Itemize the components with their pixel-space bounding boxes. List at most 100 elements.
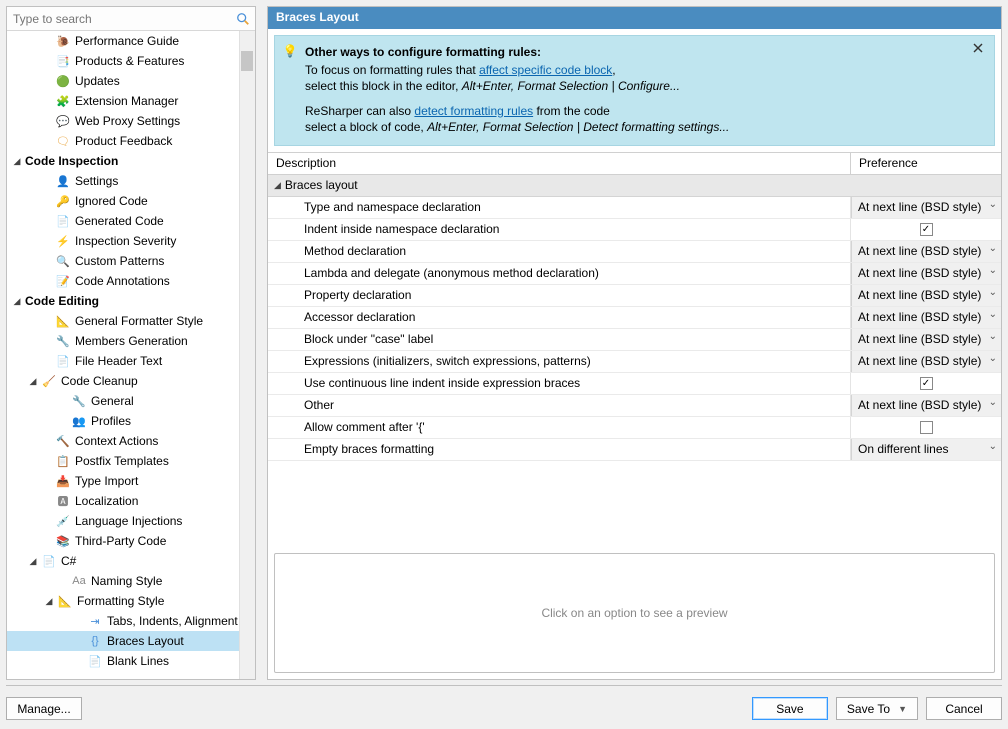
- tree-item[interactable]: 🔨Context Actions: [7, 431, 255, 451]
- preference-select[interactable]: At next line (BSD style): [851, 329, 1001, 350]
- tree-item[interactable]: 🅰Localization: [7, 491, 255, 511]
- search-icon[interactable]: [233, 9, 253, 29]
- expand-icon[interactable]: ◢: [27, 375, 39, 387]
- preference-select[interactable]: At next line (BSD style): [851, 241, 1001, 262]
- save-button[interactable]: Save: [752, 697, 828, 720]
- option-row[interactable]: Type and namespace declarationAt next li…: [268, 197, 1001, 219]
- tree-item[interactable]: 🔍Custom Patterns: [7, 251, 255, 271]
- tree-item[interactable]: 🧩Extension Manager: [7, 91, 255, 111]
- tree-item[interactable]: 🐌Performance Guide: [7, 31, 255, 51]
- search-input[interactable]: [7, 10, 233, 28]
- tree-item[interactable]: 🔑Ignored Code: [7, 191, 255, 211]
- option-description: Lambda and delegate (anonymous method de…: [268, 263, 851, 284]
- preference-checkbox[interactable]: ✓: [920, 223, 933, 236]
- option-row[interactable]: Lambda and delegate (anonymous method de…: [268, 263, 1001, 285]
- item-icon: Aa: [71, 573, 87, 589]
- option-description: Expressions (initializers, switch expres…: [268, 351, 851, 372]
- preference-select[interactable]: On different lines: [851, 439, 1001, 460]
- option-description: Property declaration: [268, 285, 851, 306]
- tree-label: Third-Party Code: [75, 534, 166, 548]
- preference-select[interactable]: At next line (BSD style): [851, 263, 1001, 284]
- expand-icon[interactable]: ◢: [11, 155, 23, 167]
- tree-item[interactable]: 👤 Settings: [7, 171, 255, 191]
- info-link-detect[interactable]: detect formatting rules: [414, 104, 533, 118]
- option-row[interactable]: Method declarationAt next line (BSD styl…: [268, 241, 1001, 263]
- info-text: from the code: [533, 104, 610, 118]
- option-row[interactable]: Property declarationAt next line (BSD st…: [268, 285, 1001, 307]
- manage-button[interactable]: Manage...: [6, 697, 82, 720]
- tree-label: Settings: [75, 174, 118, 188]
- col-preference[interactable]: Preference: [851, 153, 1001, 174]
- tree-label: Blank Lines: [107, 654, 169, 668]
- tree-label: Postfix Templates: [75, 454, 169, 468]
- info-link-block[interactable]: affect specific code block: [479, 63, 612, 77]
- tree-item[interactable]: ⚡Inspection Severity: [7, 231, 255, 251]
- item-icon: 👤: [55, 173, 71, 189]
- option-row[interactable]: Block under "case" labelAt next line (BS…: [268, 329, 1001, 351]
- tree-item[interactable]: 📑Products & Features: [7, 51, 255, 71]
- tree-item[interactable]: 📝Code Annotations: [7, 271, 255, 291]
- tree-label: Localization: [75, 494, 138, 508]
- tree-item[interactable]: 📚Third-Party Code: [7, 531, 255, 551]
- tree-item[interactable]: 💬Web Proxy Settings: [7, 111, 255, 131]
- option-description: Empty braces formatting: [268, 439, 851, 460]
- scrollbar-thumb[interactable]: [241, 51, 253, 71]
- preference-select[interactable]: At next line (BSD style): [851, 351, 1001, 372]
- preference-checkbox[interactable]: [920, 421, 933, 434]
- group-row[interactable]: ◢ Braces layout: [268, 175, 1001, 197]
- option-row[interactable]: Expressions (initializers, switch expres…: [268, 351, 1001, 373]
- tree-item[interactable]: 📥Type Import: [7, 471, 255, 491]
- tree-category-code-inspection[interactable]: ◢Code Inspection: [7, 151, 255, 171]
- item-icon: 🟢: [55, 73, 71, 89]
- preference-select[interactable]: At next line (BSD style): [851, 395, 1001, 416]
- tree-item[interactable]: 🔧General: [7, 391, 255, 411]
- expand-icon[interactable]: ◢: [11, 295, 23, 307]
- tree-item[interactable]: AaNaming Style: [7, 571, 255, 591]
- tree-item-braces-layout[interactable]: {}Braces Layout: [7, 631, 255, 651]
- tree-item[interactable]: 👥Profiles: [7, 411, 255, 431]
- tree-item[interactable]: 🔧Members Generation: [7, 331, 255, 351]
- col-description[interactable]: Description: [268, 153, 851, 174]
- option-row[interactable]: Use continuous line indent inside expres…: [268, 373, 1001, 395]
- tree-item[interactable]: 💉Language Injections: [7, 511, 255, 531]
- tree-item[interactable]: 📄File Header Text: [7, 351, 255, 371]
- tree-item-formatting-style[interactable]: ◢📐Formatting Style: [7, 591, 255, 611]
- item-icon: ⇥: [87, 613, 103, 629]
- collapse-icon[interactable]: ◢: [274, 180, 281, 191]
- item-icon: 📐: [55, 313, 71, 329]
- tree-item-code-cleanup[interactable]: ◢🧹Code Cleanup: [7, 371, 255, 391]
- option-preference: At next line (BSD style): [851, 197, 1001, 218]
- option-row[interactable]: Indent inside namespace declaration✓: [268, 219, 1001, 241]
- vertical-scrollbar[interactable]: [239, 31, 255, 679]
- options-tree[interactable]: 🐌Performance Guide📑Products & Features🟢U…: [7, 31, 255, 679]
- option-row[interactable]: Empty braces formattingOn different line…: [268, 439, 1001, 461]
- save-to-button[interactable]: Save To ▼: [836, 697, 918, 720]
- tree-category-code-editing[interactable]: ◢Code Editing: [7, 291, 255, 311]
- tree-item-csharp[interactable]: ◢📄C#: [7, 551, 255, 571]
- expand-icon[interactable]: ◢: [43, 595, 55, 607]
- tree-item[interactable]: 🗨Product Feedback: [7, 131, 255, 151]
- tree-item[interactable]: 📐General Formatter Style: [7, 311, 255, 331]
- option-preference: On different lines: [851, 439, 1001, 460]
- option-row[interactable]: OtherAt next line (BSD style): [268, 395, 1001, 417]
- close-icon[interactable]: [972, 42, 988, 58]
- tree-item[interactable]: 🟢Updates: [7, 71, 255, 91]
- tree-label: Code Cleanup: [61, 374, 138, 388]
- tree-item[interactable]: ⇥Tabs, Indents, Alignment: [7, 611, 255, 631]
- splitter[interactable]: [260, 6, 263, 680]
- tree-label: Ignored Code: [75, 194, 148, 208]
- preference-select[interactable]: At next line (BSD style): [851, 197, 1001, 218]
- preference-select[interactable]: At next line (BSD style): [851, 307, 1001, 328]
- info-line: select this block in the editor, Alt+Ent…: [305, 78, 984, 94]
- cancel-button[interactable]: Cancel: [926, 697, 1002, 720]
- item-icon: 💉: [55, 513, 71, 529]
- tree-item[interactable]: 📄Generated Code: [7, 211, 255, 231]
- preference-checkbox[interactable]: ✓: [920, 377, 933, 390]
- expand-icon[interactable]: ◢: [27, 555, 39, 567]
- option-row[interactable]: Allow comment after '{': [268, 417, 1001, 439]
- tree-item[interactable]: 📋Postfix Templates: [7, 451, 255, 471]
- option-row[interactable]: Accessor declarationAt next line (BSD st…: [268, 307, 1001, 329]
- preference-select[interactable]: At next line (BSD style): [851, 285, 1001, 306]
- page-title: Braces Layout: [268, 7, 1001, 29]
- tree-item[interactable]: 📄Blank Lines: [7, 651, 255, 671]
